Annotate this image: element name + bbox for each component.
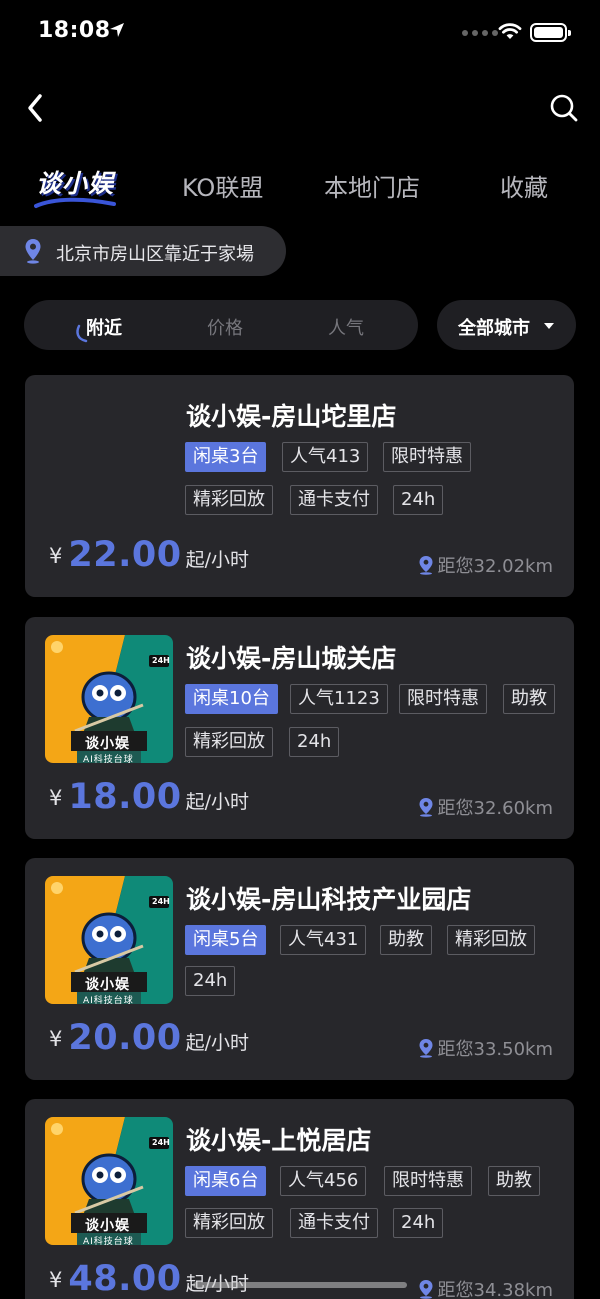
- store-price: 20.00: [68, 1018, 182, 1058]
- store-thumbnail: 24H 谈小娱 AI科技台球: [45, 876, 173, 1004]
- store-price: 22.00: [68, 535, 182, 575]
- store-tabs: 谈小娱 KO联盟 本地门店 收藏: [0, 158, 600, 214]
- store-tag: 闲桌3台: [185, 442, 267, 472]
- store-distance: 距您34.38km: [437, 1280, 554, 1299]
- price-block: ¥20.00 起/小时: [49, 1018, 249, 1058]
- distance-block: 距您32.60km: [418, 794, 554, 820]
- distance-block: 距您34.38km: [418, 1276, 554, 1299]
- price-block: ¥48.00起/小时: [49, 1259, 249, 1299]
- store-tag: 24h: [393, 485, 444, 515]
- battery-icon: [530, 23, 571, 42]
- location-pin-icon: [419, 1280, 432, 1299]
- sort-nearby[interactable]: 附近: [86, 314, 122, 340]
- store-tag: 人气456: [280, 1166, 367, 1196]
- sort-price[interactable]: 价格: [207, 314, 243, 340]
- tab-tanxiaoyu[interactable]: 谈小娱: [36, 164, 114, 200]
- thumbnail-subtitle: AI科技台球: [83, 1237, 134, 1245]
- store-name: 谈小娱-房山科技产业园店: [186, 885, 472, 914]
- store-distance: 距您32.02km: [437, 556, 554, 577]
- store-tag: 24h: [185, 966, 236, 996]
- sort-popularity[interactable]: 人气: [328, 314, 364, 340]
- store-card[interactable]: 24H 谈小娱 AI科技台球 谈小娱-房山科技产业园店 闲桌5台 人气431 助…: [25, 858, 574, 1080]
- store-thumbnail: 24H 谈小娱 AI科技台球: [45, 1117, 173, 1245]
- location-arrow-icon: [110, 23, 124, 37]
- caret-down-icon: [544, 323, 554, 329]
- store-card[interactable]: 谈小娱-房山坨里店 闲桌3台 人气413 限时特惠 精彩回放 通卡支付 24h …: [25, 375, 574, 597]
- store-tag: 人气431: [280, 925, 367, 955]
- distance-block: 距您32.02km: [418, 552, 554, 578]
- price-unit: 起/小时: [185, 791, 249, 813]
- store-name: 谈小娱-房山城关店: [186, 644, 397, 673]
- currency-symbol: ¥: [49, 786, 63, 810]
- price-block: ¥18.00 起/小时: [49, 777, 249, 817]
- store-tag: 闲桌5台: [185, 925, 267, 955]
- store-tag: 精彩回放: [185, 1208, 273, 1238]
- store-tag: 助教: [503, 684, 555, 714]
- store-tag: 助教: [380, 925, 432, 955]
- store-distance: 距您32.60km: [437, 798, 554, 819]
- distance-block: 距您33.50km: [418, 1035, 554, 1061]
- store-tag: 精彩回放: [185, 727, 273, 757]
- status-bar: 18:08: [0, 0, 600, 66]
- store-tag: 人气413: [282, 442, 369, 472]
- store-tag: 通卡支付: [290, 1208, 378, 1238]
- tab-local-stores[interactable]: 本地门店: [324, 168, 420, 203]
- price-unit: 起/小时: [185, 549, 249, 571]
- store-tag: 限时特惠: [383, 442, 471, 472]
- home-indicator[interactable]: [193, 1282, 407, 1288]
- search-icon[interactable]: [548, 92, 580, 124]
- store-tag: 闲桌10台: [185, 684, 278, 714]
- location-pin-icon: [25, 239, 41, 264]
- currency-symbol: ¥: [49, 1268, 63, 1292]
- logo-swoosh-icon: [34, 197, 116, 208]
- location-pin-icon: [419, 556, 432, 575]
- tab-ko-league[interactable]: KO联盟: [182, 168, 263, 203]
- price-unit: 起/小时: [185, 1032, 249, 1054]
- store-tag: 限时特惠: [384, 1166, 472, 1196]
- store-distance: 距您33.50km: [437, 1039, 554, 1060]
- thumbnail-badge: 24H: [152, 897, 170, 906]
- cellular-signal-icon: [462, 30, 498, 36]
- thumbnail-brand: 谈小娱: [85, 977, 130, 993]
- store-card[interactable]: 24H 谈小娱 AI科技台球 谈小娱-房山城关店 闲桌10台 人气1123 限时…: [25, 617, 574, 839]
- store-tag: 限时特惠: [399, 684, 487, 714]
- currency-symbol: ¥: [49, 1027, 63, 1051]
- store-tag: 闲桌6台: [185, 1166, 267, 1196]
- store-card[interactable]: 24H 谈小娱 AI科技台球 谈小娱-上悦居店 闲桌6台 人气456 限时特惠 …: [25, 1099, 574, 1299]
- store-price: 18.00: [68, 777, 182, 817]
- store-thumbnail: 24H 谈小娱 AI科技台球: [45, 635, 173, 763]
- store-tag: 精彩回放: [447, 925, 535, 955]
- thumbnail-brand: 谈小娱: [85, 736, 130, 752]
- thumbnail-badge: 24H: [152, 656, 170, 665]
- store-tag: 通卡支付: [290, 485, 378, 515]
- status-time: 18:08: [38, 18, 111, 43]
- store-name: 谈小娱-房山坨里店: [186, 402, 397, 431]
- city-filter-button[interactable]: 全部城市: [437, 300, 576, 350]
- currency-symbol: ¥: [49, 544, 63, 568]
- store-tag: 助教: [488, 1166, 540, 1196]
- location-pin-icon: [419, 798, 432, 817]
- store-price: 48.00: [68, 1259, 182, 1299]
- thumbnail-badge: 24H: [152, 1138, 170, 1147]
- tab-favorites[interactable]: 收藏: [500, 168, 548, 203]
- store-tag: 24h: [289, 727, 340, 757]
- back-icon[interactable]: [22, 90, 52, 126]
- store-tag: 精彩回放: [185, 485, 273, 515]
- city-filter-label: 全部城市: [458, 318, 530, 339]
- price-block: ¥22.00 起/小时: [49, 535, 249, 575]
- location-pin-icon: [419, 1039, 432, 1058]
- location-text: 北京市房山区靠近于家場: [56, 244, 254, 265]
- wifi-icon: [498, 23, 522, 39]
- thumbnail-subtitle: AI科技台球: [83, 755, 134, 763]
- thumbnail-brand: 谈小娱: [85, 1218, 130, 1234]
- store-name: 谈小娱-上悦居店: [186, 1126, 372, 1155]
- active-sort-indicator-icon: [76, 324, 88, 343]
- thumbnail-subtitle: AI科技台球: [83, 996, 134, 1004]
- store-tag: 24h: [393, 1208, 444, 1238]
- store-tag: 人气1123: [290, 684, 388, 714]
- location-pill[interactable]: 北京市房山区靠近于家場: [0, 226, 286, 276]
